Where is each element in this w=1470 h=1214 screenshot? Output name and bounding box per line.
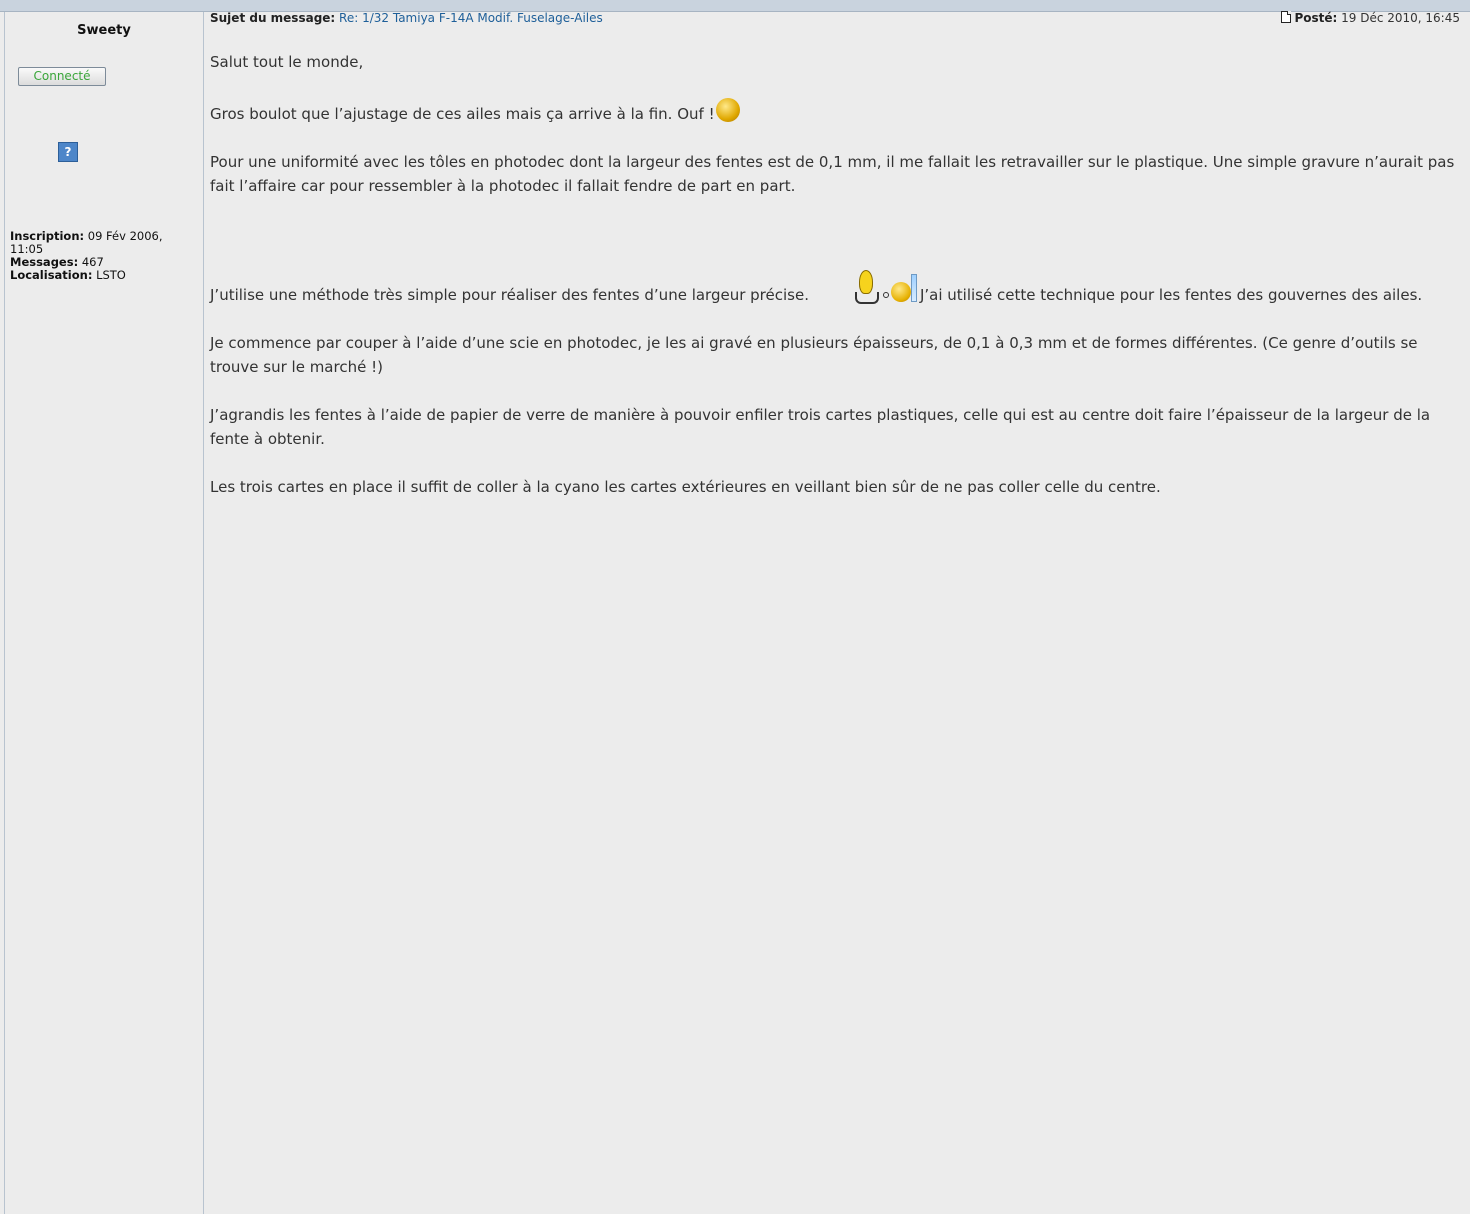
author-profile: Inscription: 09 Fév 2006, 11:05 Messages… bbox=[10, 230, 195, 282]
posted-info: Posté: 19 Déc 2010, 16:45 bbox=[1281, 11, 1460, 25]
subject-link[interactable]: Re: 1/32 Tamiya F-14A Modif. Fuselage-Ai… bbox=[339, 11, 603, 25]
dancing-banana-icon bbox=[853, 270, 881, 306]
subject-label: Sujet du message: bbox=[210, 11, 336, 25]
author-name[interactable]: Sweety bbox=[5, 23, 203, 38]
body-paragraph: J’utilise une méthode très simple pour r… bbox=[210, 270, 1455, 307]
body-paragraph-text: Gros boulot que l’ajustage de ces ailes … bbox=[210, 105, 715, 123]
profile-location: Localisation: LSTO bbox=[10, 269, 195, 282]
body-paragraph: Les trois cartes en place il suffit de c… bbox=[210, 478, 1161, 496]
avatar-placeholder-icon: ? bbox=[58, 142, 78, 162]
body-paragraph: J’agrandis les fentes à l’aide de papier… bbox=[210, 406, 1431, 448]
post-body: Salut tout le monde, Gros boulot que l’a… bbox=[210, 50, 1455, 523]
body-paragraph: Pour une uniformité avec les tôles en ph… bbox=[210, 153, 1455, 195]
body-paragraph: Gros boulot que l’ajustage de ces ailes … bbox=[210, 98, 1455, 126]
location-label: Localisation: bbox=[10, 268, 93, 282]
sleepy-face-icon bbox=[890, 282, 911, 302]
inscription-label: Inscription: bbox=[10, 229, 85, 243]
dot-icon bbox=[882, 292, 889, 298]
smiley-icon bbox=[715, 98, 740, 122]
post-header: Sujet du message: Re: 1/32 Tamiya F-14A … bbox=[210, 11, 1460, 29]
body-paragraph-text: J’ai utilisé cette technique pour les fe… bbox=[919, 286, 1423, 304]
post-document-icon[interactable] bbox=[1281, 11, 1292, 23]
posted-date: 19 Déc 2010, 16:45 bbox=[1341, 11, 1460, 25]
profile-inscription: Inscription: 09 Fév 2006, 11:05 bbox=[10, 230, 195, 256]
posted-label: Posté: bbox=[1294, 11, 1338, 25]
body-paragraph: Salut tout le monde, bbox=[210, 53, 364, 71]
messages-value: 467 bbox=[81, 255, 104, 269]
body-paragraph-text: J’utilise une méthode très simple pour r… bbox=[210, 286, 809, 304]
online-status-badge: Connecté bbox=[18, 67, 106, 86]
location-value: LSTO bbox=[96, 268, 126, 282]
messages-label: Messages: bbox=[10, 255, 79, 269]
knife-icon bbox=[910, 274, 917, 302]
author-column: Sweety Connecté ? Inscription: 09 Fév 20… bbox=[5, 12, 204, 1214]
body-paragraph: Je commence par couper à l’aide d’une sc… bbox=[210, 334, 1418, 376]
